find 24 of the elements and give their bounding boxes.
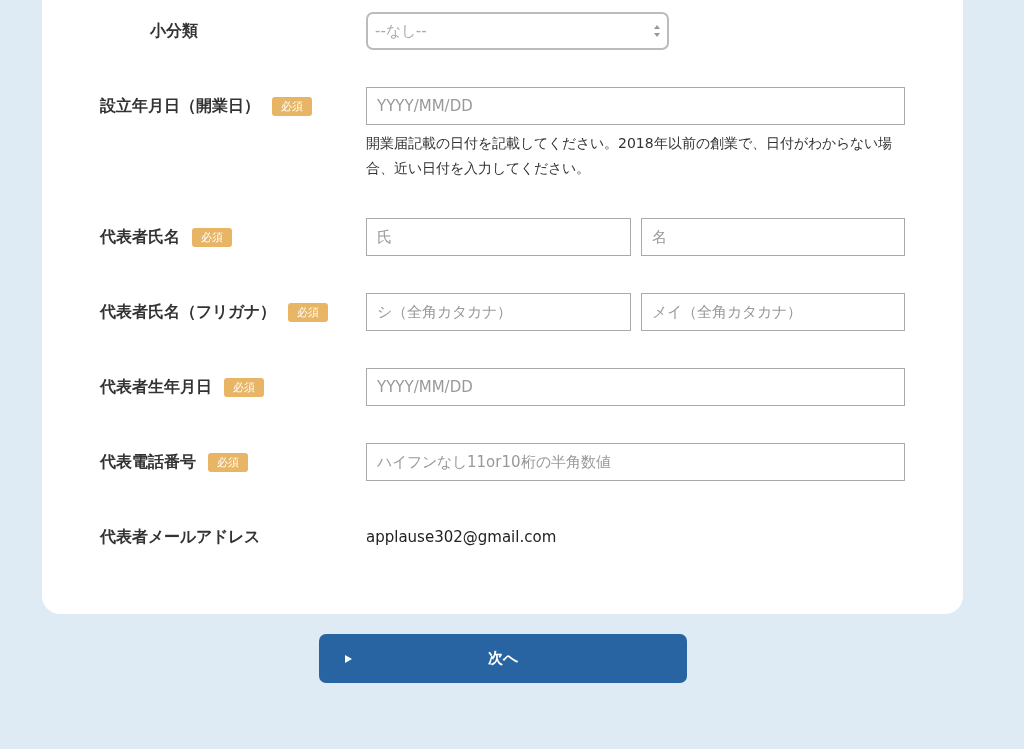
up-down-arrows-icon (653, 24, 661, 38)
input-field[interactable]: 氏 (366, 218, 631, 256)
field-label: 設立年月日（開業日） (100, 95, 260, 117)
input-field[interactable]: ハイフンなし11or10桁の半角数値 (366, 443, 905, 481)
required-badge: 必須 (224, 377, 264, 397)
input-field[interactable]: 名 (640, 218, 905, 256)
input-field[interactable]: YYYY/MM/DD (366, 87, 905, 125)
required-badge: 必須 (272, 96, 312, 116)
help-text: 開業届記載の日付を記載してください。2018年以前の創業で、日付がわからない場合、近い日付を入力してください。 (366, 134, 893, 178)
field-label: 代表電話番号 (100, 451, 196, 473)
field-label: 代表者生年月日 (100, 376, 212, 398)
input-field[interactable]: メイ（全角カタカナ） (640, 293, 905, 331)
play-arrow-icon (345, 654, 352, 663)
required-badge: 必須 (288, 302, 328, 322)
field-label: 代表者氏名 (100, 226, 180, 248)
next-button[interactable]: 次へ (319, 634, 687, 683)
required-badge: 必須 (192, 227, 232, 247)
required-badge: 必須 (208, 452, 248, 472)
field-label: 小分類 (150, 20, 198, 42)
email-value: applause302@gmail.com (366, 527, 558, 548)
input-field[interactable]: YYYY/MM/DD (366, 368, 905, 406)
field-label: 代表者氏名（フリガナ） (100, 301, 276, 323)
field-label: 代表者メールアドレス (100, 526, 260, 548)
input-field[interactable]: シ（全角カタカナ） (366, 293, 631, 331)
